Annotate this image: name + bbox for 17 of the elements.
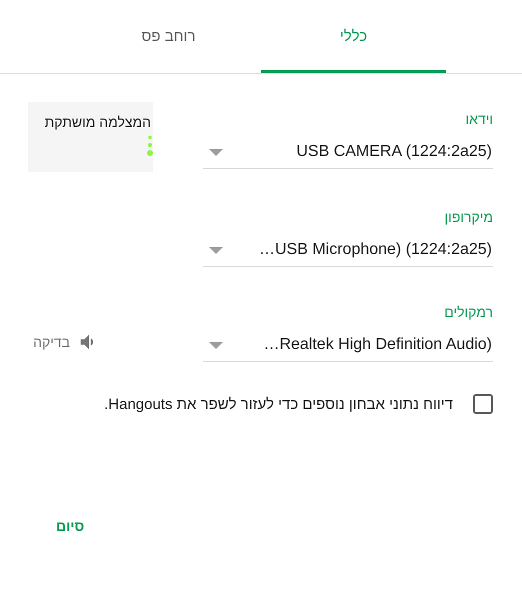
done-button[interactable]: סיום	[52, 514, 88, 538]
tab[interactable]: כללי	[261, 0, 446, 73]
caret-icon	[209, 148, 223, 156]
test-button[interactable]: בדיקה	[33, 331, 100, 353]
preview-caption: המצלמה מושתקת	[44, 114, 151, 130]
caret-icon	[209, 246, 223, 254]
device-dropdown[interactable]: USB CAMERA (1224:2a25)	[203, 136, 493, 169]
device-dropdown[interactable]: …Realtek High Definition Audio)	[203, 329, 493, 362]
field-label: רמקולים	[443, 304, 493, 320]
checkbox-label: דיווח נתוני אבחון נוספים כדי לעזור לשפר את Hangouts.	[104, 396, 453, 412]
field-label: וידאו	[464, 111, 493, 127]
tab[interactable]: רוחב פס	[76, 0, 261, 73]
device-dropdown[interactable]: …USB Microphone) (1224:2a25)	[203, 234, 493, 267]
caret-icon	[209, 342, 223, 348]
checkbox[interactable]	[473, 394, 493, 414]
level-dots-icon	[147, 136, 153, 156]
field-label: מיקרופון	[444, 209, 493, 225]
